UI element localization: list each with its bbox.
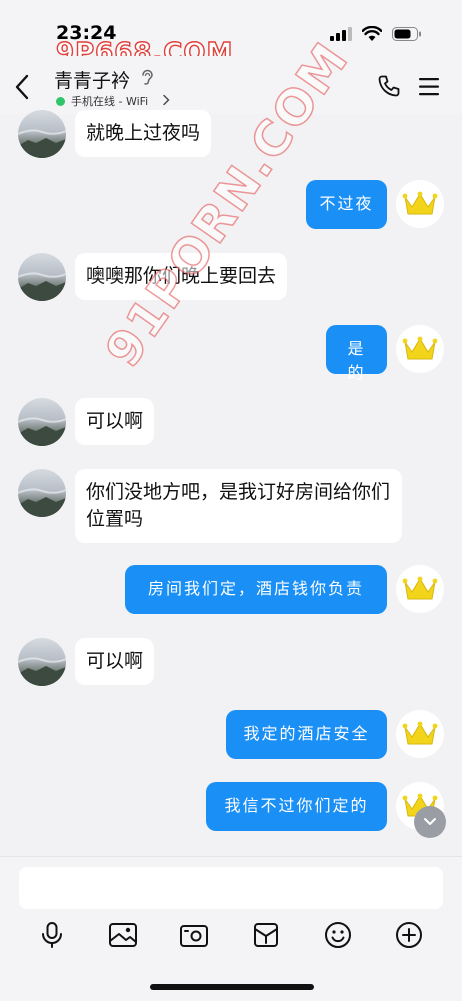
home-indicator xyxy=(150,984,314,990)
mountain-landscape-icon xyxy=(18,129,66,158)
plus-icon xyxy=(396,922,422,948)
contact-avatar[interactable] xyxy=(18,469,66,517)
user-avatar[interactable] xyxy=(396,565,444,613)
microphone-button[interactable] xyxy=(36,919,68,951)
camera-button[interactable] xyxy=(178,919,210,951)
contact-avatar[interactable] xyxy=(18,398,66,446)
ear-icon xyxy=(142,69,153,85)
online-status-dot xyxy=(56,97,65,106)
image-icon xyxy=(109,923,137,947)
phone-call-icon[interactable] xyxy=(377,74,401,98)
message-bubble-incoming[interactable]: 你们没地方吧，是我订好房间给你们位置吗 xyxy=(75,469,402,543)
chevron-right-icon[interactable] xyxy=(162,94,170,106)
chat-header: 青青子衿 手机在线 - WiFi xyxy=(0,56,462,114)
emoji-icon xyxy=(325,922,351,948)
cellular-signal-icon xyxy=(330,27,352,41)
red-packet-button[interactable] xyxy=(250,919,282,951)
battery-icon xyxy=(392,27,421,41)
crown-icon xyxy=(402,576,438,600)
user-avatar[interactable] xyxy=(396,325,444,373)
contact-name[interactable]: 青青子衿 xyxy=(54,66,130,93)
crown-icon xyxy=(402,721,438,745)
menu-icon[interactable] xyxy=(419,78,441,96)
message-bubble-incoming[interactable]: 可以啊 xyxy=(75,638,155,685)
message-bubble-outgoing[interactable]: 我信不过你们定的 xyxy=(206,782,387,831)
composer xyxy=(0,856,462,1001)
emoji-button[interactable] xyxy=(322,919,354,951)
mountain-landscape-icon xyxy=(18,657,66,686)
message-bubble-outgoing[interactable]: 房间我们定，酒店钱你负责 xyxy=(125,565,387,614)
user-avatar[interactable] xyxy=(396,180,444,228)
scroll-to-bottom-button[interactable] xyxy=(414,806,446,838)
mountain-landscape-icon xyxy=(18,488,66,517)
message-bubble-incoming[interactable]: 就晚上过夜吗 xyxy=(75,110,212,157)
message-bubble-outgoing[interactable]: 是的 xyxy=(326,325,387,382)
user-avatar[interactable] xyxy=(396,710,444,758)
online-status[interactable]: 手机在线 - WiFi xyxy=(71,93,148,109)
image-button[interactable] xyxy=(107,919,139,951)
crown-icon xyxy=(402,336,438,360)
red-packet-icon xyxy=(254,923,278,947)
camera-icon xyxy=(180,925,208,947)
contact-avatar[interactable] xyxy=(18,253,66,301)
chevron-down-icon xyxy=(424,818,436,825)
contact-avatar[interactable] xyxy=(18,638,66,686)
message-bubble-outgoing[interactable]: 不过夜 xyxy=(306,180,387,229)
message-bubble-outgoing[interactable]: 我定的酒店安全 xyxy=(226,710,387,759)
back-chevron-icon[interactable] xyxy=(14,74,30,100)
contact-avatar[interactable] xyxy=(18,110,66,158)
mountain-landscape-icon xyxy=(18,417,66,446)
crown-icon xyxy=(402,191,438,215)
microphone-icon xyxy=(42,922,62,948)
wifi-icon xyxy=(362,26,382,41)
message-input[interactable] xyxy=(19,867,443,909)
mountain-landscape-icon xyxy=(18,272,66,301)
plus-button[interactable] xyxy=(393,919,425,951)
message-bubble-incoming[interactable]: 可以啊 xyxy=(75,398,155,445)
